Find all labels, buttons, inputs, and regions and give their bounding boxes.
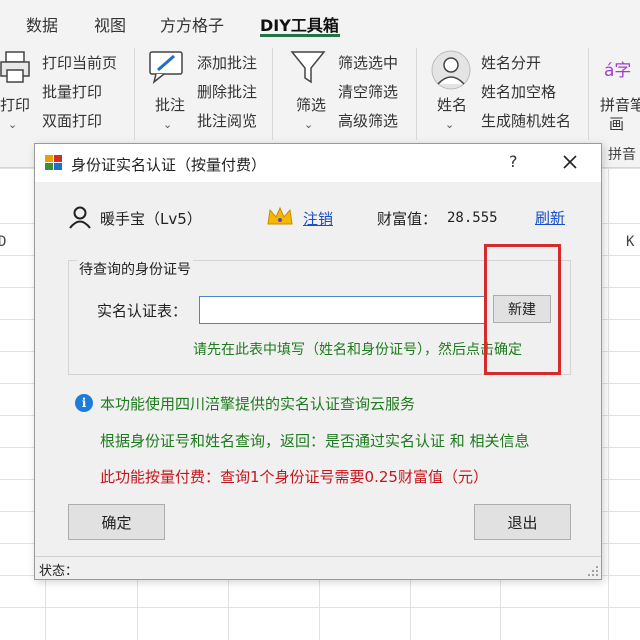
tab-fangfang[interactable]: 方方格子 [160,12,224,36]
chevron-down-icon[interactable]: ⌄ [445,118,454,131]
ribbon-separator [134,48,135,140]
name-button-label[interactable]: 姓名 [437,94,467,115]
duplex-print-button[interactable]: 双面打印 [42,110,102,131]
refresh-link[interactable]: 刷新 [535,207,565,228]
info-pricing-text: 此功能按量付费：查询1个身份证号需要0.25财富值（元） [100,468,488,486]
tab-diy-toolbox[interactable]: DIY工具箱 [260,12,339,36]
highlight-box [484,244,561,375]
name-add-space-button[interactable]: 姓名加空格 [481,81,556,102]
clear-filter-button[interactable]: 清空筛选 [338,81,398,102]
pinyin-stroke-button-label-line2[interactable]: 画 [609,113,624,134]
review-comment-button[interactable]: 批注阅览 [197,110,257,131]
active-tab-indicator [260,34,340,37]
chevron-down-icon[interactable]: ⌄ [8,118,17,131]
print-button-label[interactable]: 打印 [0,94,30,115]
info-icon: i [75,394,93,412]
add-comment-button[interactable]: 添加批注 [197,52,257,73]
filter-button-label[interactable]: 筛选 [296,94,326,115]
column-header[interactable]: D [0,234,6,250]
dialog-titlebar[interactable]: 身份证实名认证（按量付费） ? [35,144,601,182]
ribbon-tab-bar: 数据 视图 方方格子 DIY工具箱 [0,0,640,40]
logout-link[interactable]: 注销 [303,208,333,229]
chevron-down-icon[interactable]: ⌄ [163,118,172,131]
ribbon-separator [416,48,417,140]
filter-funnel-icon[interactable] [290,50,326,86]
pinyin-stroke-button-label[interactable]: 拼音笔画 [600,94,640,115]
verification-sheet-label: 实名认证表： [97,302,188,320]
comment-icon[interactable] [146,48,186,84]
comment-button-label[interactable]: 批注 [155,94,185,115]
delete-comment-button[interactable]: 删除批注 [197,81,257,102]
batch-print-button[interactable]: 批量打印 [42,81,102,102]
filter-selected-button[interactable]: 筛选选中 [338,52,398,73]
info-service-text: 本功能使用四川涪擎提供的实名认证查询云服务 [100,395,416,413]
dialog-status-bar: 状态： [35,556,601,579]
pinyin-group-label: 拼音 [608,147,636,163]
person-avatar-icon[interactable] [431,50,471,90]
confirm-button[interactable]: 确定 [68,504,165,540]
wealth-label: 财富值： [377,210,438,228]
tab-data[interactable]: 数据 [26,12,58,36]
status-label: 状态： [39,564,79,579]
close-icon[interactable] [555,148,585,176]
advanced-filter-button[interactable]: 高级筛选 [338,110,398,131]
print-current-page-button[interactable]: 打印当前页 [42,52,117,73]
help-button[interactable]: ? [509,152,518,171]
user-icon [69,206,91,229]
wealth-value: 28.555 [447,210,498,226]
ribbon-separator [272,48,273,140]
id-verification-dialog: 身份证实名认证（按量付费） ? 暖手宝（Lv5） 注销 财富值： 28.555 … [34,143,602,580]
random-name-button[interactable]: 生成随机姓名 [481,110,571,131]
pinyin-icon[interactable]: á字 [604,56,631,81]
printer-icon[interactable] [0,50,32,86]
groupbox-title: 待查询的身份证号 [77,259,193,279]
column-header[interactable]: K [626,234,634,250]
exit-button[interactable]: 退出 [474,504,571,540]
app-icon [45,155,62,170]
user-name-level: 暖手宝（Lv5） [100,210,202,228]
dialog-title: 身份证实名认证（按量付费） [71,156,267,174]
ribbon-separator [588,48,589,140]
verification-sheet-input[interactable] [199,296,487,324]
split-name-button[interactable]: 姓名分开 [481,52,541,73]
resize-grip-icon[interactable] [587,565,599,577]
chevron-down-icon[interactable]: ⌄ [304,118,313,131]
fill-in-hint: 请先在此表中填写（姓名和身份证号），然后点击确定 [193,342,522,358]
crown-icon [267,206,293,225]
info-query-text: 根据身份证号和姓名查询，返回：是否通过实名认证 和 相关信息 [100,432,530,450]
tab-view[interactable]: 视图 [94,12,126,36]
